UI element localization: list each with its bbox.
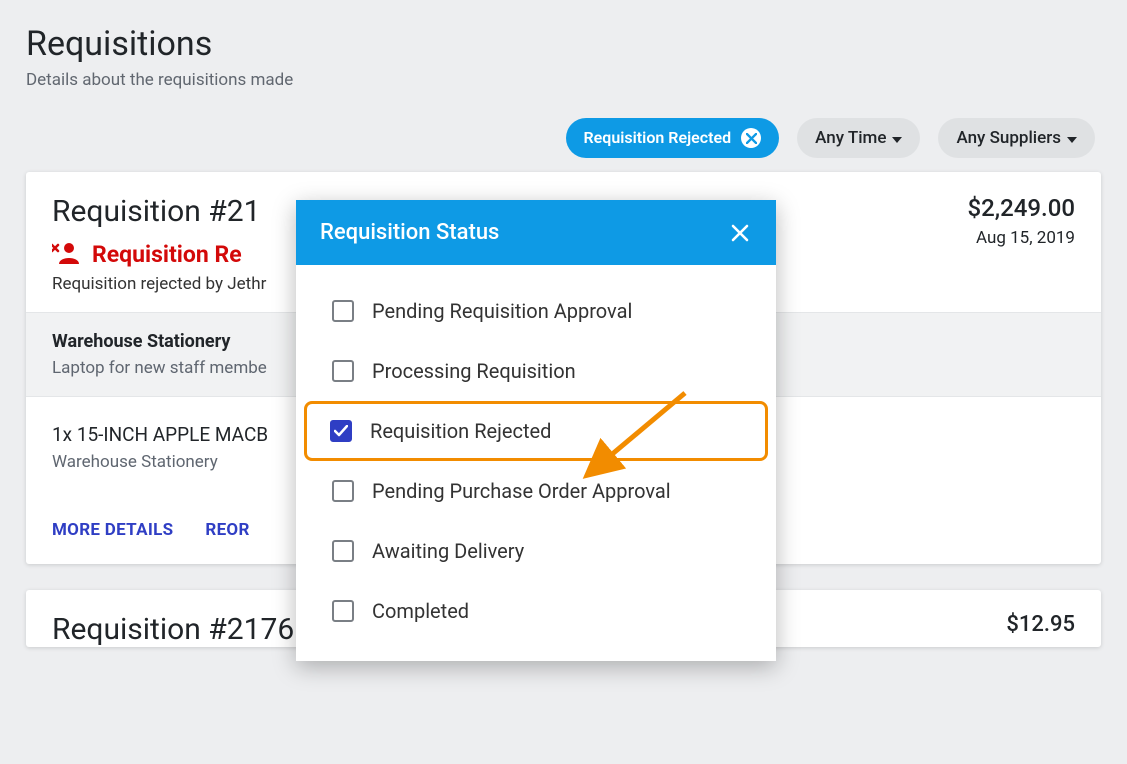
checkbox-icon bbox=[332, 300, 354, 322]
requisition-amount: $2,249.00 bbox=[967, 194, 1075, 222]
dropdown-title: Requisition Status bbox=[320, 220, 499, 245]
checkbox-icon bbox=[332, 360, 354, 382]
clear-icon[interactable] bbox=[741, 128, 761, 148]
checkbox-checked-icon bbox=[330, 420, 352, 442]
status-option-completed[interactable]: Completed bbox=[306, 581, 766, 641]
dropdown-header: Requisition Status bbox=[296, 200, 776, 265]
filter-chip-suppliers-label: Any Suppliers bbox=[956, 130, 1061, 147]
filter-chip-time-label: Any Time bbox=[815, 130, 886, 147]
caret-down-icon bbox=[1067, 130, 1077, 147]
person-rejected-icon bbox=[52, 242, 80, 268]
reorder-button[interactable]: REOR bbox=[205, 520, 249, 540]
requisition-status-label: Requisition Re bbox=[92, 241, 242, 268]
page-title: Requisitions bbox=[26, 24, 1101, 64]
option-label: Completed bbox=[372, 599, 469, 623]
requisition-status-note: Requisition rejected by Jethr bbox=[52, 274, 266, 294]
filter-row: Requisition Rejected Any Time Any Suppli… bbox=[26, 118, 1101, 158]
caret-down-icon bbox=[892, 130, 902, 147]
checkbox-icon bbox=[332, 600, 354, 622]
status-option-pending-po-approval[interactable]: Pending Purchase Order Approval bbox=[306, 461, 766, 521]
close-icon[interactable] bbox=[728, 221, 752, 245]
option-label: Pending Requisition Approval bbox=[372, 299, 632, 323]
checkbox-icon bbox=[332, 480, 354, 502]
option-label: Pending Purchase Order Approval bbox=[372, 479, 671, 503]
filter-chip-status[interactable]: Requisition Rejected bbox=[566, 118, 780, 158]
option-label: Awaiting Delivery bbox=[372, 539, 524, 563]
status-option-processing[interactable]: Processing Requisition bbox=[306, 341, 766, 401]
status-dropdown: Requisition Status Pending Requisition A… bbox=[296, 200, 776, 661]
requisition-date: Aug 15, 2019 bbox=[967, 228, 1075, 248]
filter-chip-time[interactable]: Any Time bbox=[797, 118, 920, 158]
status-option-pending-req-approval[interactable]: Pending Requisition Approval bbox=[306, 281, 766, 341]
checkbox-icon bbox=[332, 540, 354, 562]
requisition-title: Requisition #21 bbox=[52, 194, 266, 229]
status-option-rejected[interactable]: Requisition Rejected bbox=[304, 401, 768, 461]
option-label: Processing Requisition bbox=[372, 359, 576, 383]
requisition-amount: $12.95 bbox=[1006, 612, 1075, 637]
filter-chip-status-label: Requisition Rejected bbox=[584, 130, 732, 146]
more-details-button[interactable]: MORE DETAILS bbox=[52, 520, 173, 540]
dropdown-list: Pending Requisition Approval Processing … bbox=[296, 265, 776, 661]
page-subtitle: Details about the requisitions made bbox=[26, 70, 1101, 90]
filter-chip-suppliers[interactable]: Any Suppliers bbox=[938, 118, 1095, 158]
option-label: Requisition Rejected bbox=[370, 419, 551, 443]
status-option-awaiting-delivery[interactable]: Awaiting Delivery bbox=[306, 521, 766, 581]
